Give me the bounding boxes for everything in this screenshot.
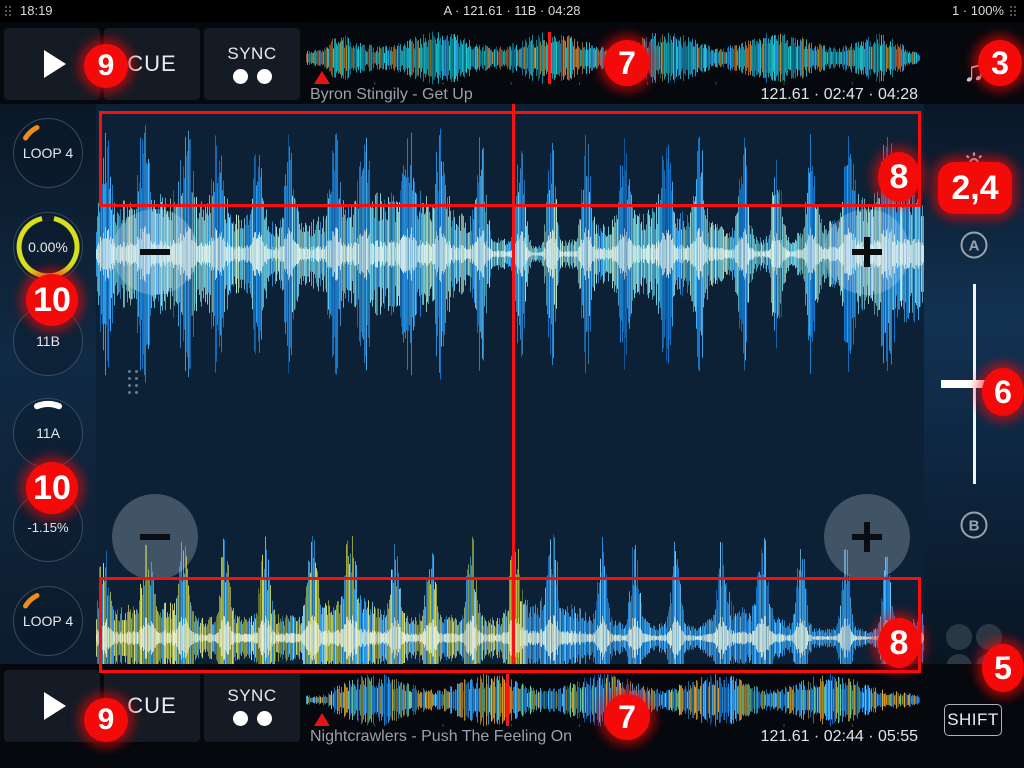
dj-app-root: 18:19 A · 121.61 · 11B · 04:28 1 · 100% … bbox=[0, 0, 1024, 768]
pitch-arc-indicator bbox=[16, 214, 80, 278]
deck-b-cue-marker-icon bbox=[314, 713, 330, 726]
deck-a-main-waveform[interactable] bbox=[96, 104, 924, 384]
deck-b-key-knob[interactable]: 11A bbox=[13, 398, 83, 468]
deck-b-main-waveform[interactable] bbox=[96, 384, 924, 664]
deck-a-key-label: 11B bbox=[36, 333, 60, 349]
deck-b-loop-knob[interactable]: LOOP 4 bbox=[13, 586, 83, 656]
deck-b-cue-label: CUE bbox=[127, 693, 177, 718]
minus-icon bbox=[140, 534, 170, 540]
deck-b-zoom-in-button[interactable] bbox=[824, 494, 910, 580]
annotation-badge-7-top: 7 bbox=[604, 40, 650, 86]
deck-a-track-title: Byron Stingily - Get Up bbox=[310, 86, 473, 103]
shift-label: SHIFT bbox=[947, 710, 999, 729]
main-waveform-area[interactable] bbox=[96, 104, 924, 664]
status-deck-info: A · 121.61 · 11B · 04:28 bbox=[443, 3, 581, 18]
deck-a-track-meta: 121.61 · 02:47 · 04:28 bbox=[760, 86, 918, 103]
status-battery: 1 · 100% bbox=[951, 3, 1004, 18]
annotation-badge-8-bottom: 8 bbox=[878, 618, 920, 668]
deck-a-zoom-in-button[interactable] bbox=[824, 209, 910, 295]
play-icon bbox=[43, 50, 66, 78]
status-bar: 18:19 A · 121.61 · 11B · 04:28 1 · 100% bbox=[0, 0, 1024, 22]
annotation-badge-10-top: 10 bbox=[26, 274, 78, 326]
deck-a-sync-button[interactable]: SYNC bbox=[204, 28, 300, 100]
deck-a-cue-label: CUE bbox=[127, 51, 177, 76]
main-playhead bbox=[512, 104, 515, 664]
deck-b-pitch-label: -1.15% bbox=[27, 519, 69, 535]
deck-a-pitch-knob[interactable]: 0.00% bbox=[13, 212, 83, 282]
deck-b-track-meta: 121.61 · 02:44 · 05:55 bbox=[760, 728, 918, 745]
deck-b-track-title: Nightcrawlers - Push The Feeling On bbox=[310, 728, 573, 745]
annotation-badge-10-bottom: 10 bbox=[26, 462, 78, 514]
key-arc-indicator bbox=[33, 400, 62, 409]
annotation-badge-3: 3 bbox=[978, 40, 1022, 86]
grip-right-icon bbox=[1010, 6, 1019, 16]
deck-a-loop-knob[interactable]: LOOP 4 bbox=[13, 118, 83, 188]
deck-a-transport: CUE SYNC Byron Stingily - Get Up 121.61 … bbox=[0, 22, 1024, 104]
deck-a-zoom-out-button[interactable] bbox=[112, 209, 198, 295]
deck-b-transport: CUE SYNC Nightcrawlers - Push The Feelin… bbox=[0, 664, 1024, 746]
annotation-badge-7-bottom: 7 bbox=[604, 694, 650, 740]
plus-icon-vertical bbox=[864, 237, 870, 267]
loop-arc-indicator bbox=[22, 592, 39, 608]
annotation-badge-2-4: 2,4 bbox=[938, 162, 1012, 214]
minus-icon bbox=[140, 249, 170, 255]
annotation-badge-8-top: 8 bbox=[878, 152, 920, 202]
deck-b-overview-playhead bbox=[506, 674, 509, 726]
deck-b-select-button[interactable]: B bbox=[924, 508, 1024, 542]
annotation-badge-6: 6 bbox=[982, 368, 1024, 416]
deck-a-overview-playhead bbox=[548, 32, 551, 84]
sync-dots-icon bbox=[232, 69, 272, 84]
shift-button[interactable]: SHIFT bbox=[944, 704, 1002, 736]
loop-arc-indicator bbox=[22, 124, 39, 140]
deck-split-drag-handle[interactable] bbox=[128, 370, 142, 398]
deck-b-play-button[interactable] bbox=[4, 670, 100, 742]
deck-b-sync-label: SYNC bbox=[227, 686, 277, 705]
deck-a-select-button[interactable]: A bbox=[924, 228, 1024, 262]
svg-text:A: A bbox=[969, 238, 980, 255]
deck-b-zoom-out-button[interactable] bbox=[112, 494, 198, 580]
deck-a-sync-label: SYNC bbox=[227, 44, 277, 63]
annotation-badge-5: 5 bbox=[982, 644, 1024, 692]
sync-dots-icon bbox=[232, 711, 272, 726]
left-control-rail: LOOP 4 0.00% 11B 11A -1.15% LOOP 4 bbox=[0, 104, 96, 664]
annotation-badge-9-bottom: 9 bbox=[84, 698, 128, 742]
deck-b-sync-button[interactable]: SYNC bbox=[204, 670, 300, 742]
deck-b-circle-icon: B bbox=[960, 511, 988, 539]
svg-text:B: B bbox=[969, 518, 980, 535]
annotation-badge-9-top: 9 bbox=[84, 44, 128, 88]
plus-icon-vertical bbox=[864, 522, 870, 552]
deck-a-cue-marker-icon bbox=[314, 71, 330, 84]
play-icon bbox=[43, 692, 66, 720]
deck-a-circle-icon: A bbox=[960, 231, 988, 259]
